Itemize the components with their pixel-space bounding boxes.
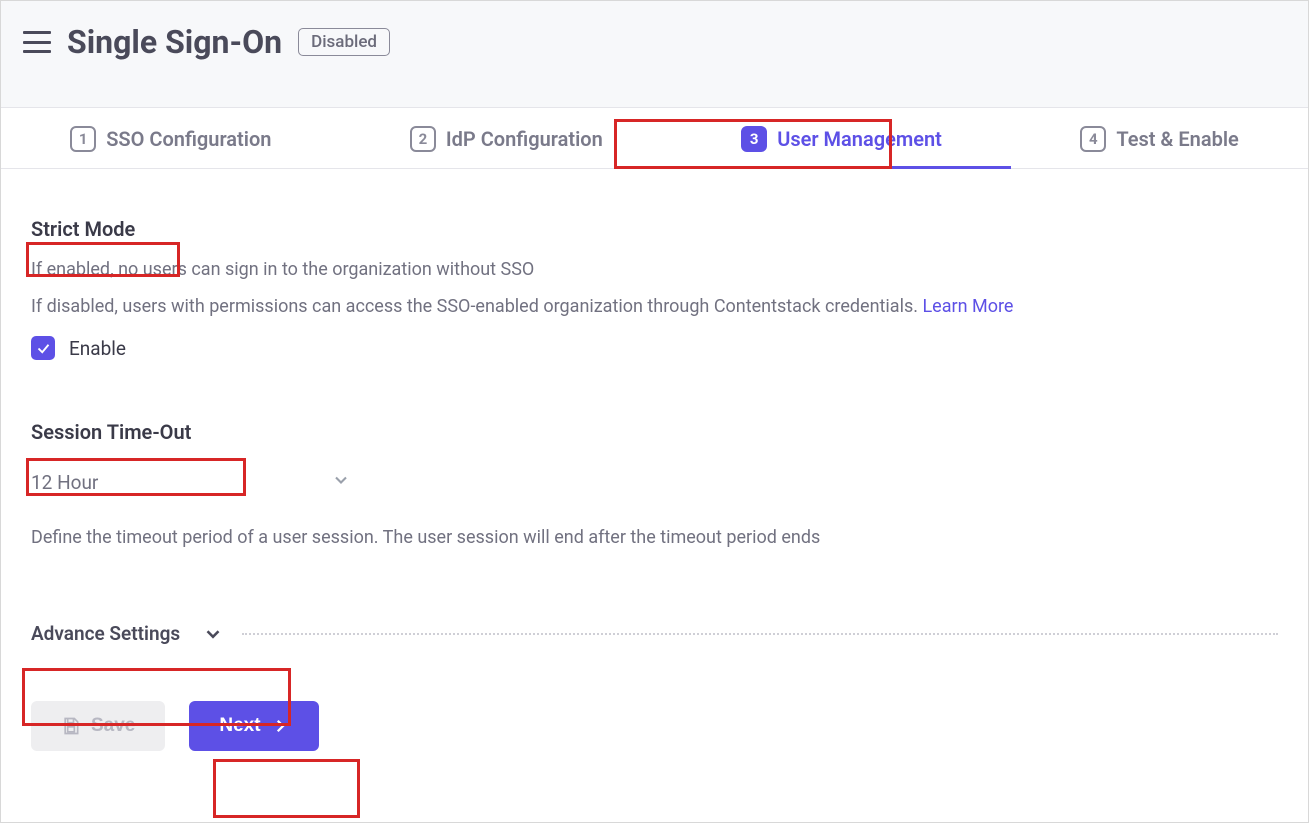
tab-sso-configuration[interactable]: 1 SSO Configuration [1,108,341,168]
next-label: Next [219,715,260,737]
advance-label: Advance Settings [31,622,180,645]
chevron-down-icon [202,623,224,645]
header: Single Sign-On Disabled [1,1,1308,107]
page-title: Single Sign-On [67,23,282,61]
advance-settings-toggle[interactable]: Advance Settings [31,622,236,645]
enable-row: Enable [31,336,1278,360]
tab-idp-configuration[interactable]: 2 IdP Configuration [341,108,672,168]
learn-more-link[interactable]: Learn More [922,296,1013,317]
advance-row: Advance Settings [31,622,1278,645]
enable-label: Enable [69,337,126,360]
status-badge: Disabled [298,28,390,56]
menu-icon[interactable] [23,31,51,53]
tab-label: IdP Configuration [446,127,603,151]
section-title-session: Session Time-Out [31,420,1278,444]
tab-number: 2 [410,126,436,152]
save-label: Save [91,715,135,737]
strict-desc-2: If disabled, users with permissions can … [31,292,1278,323]
tab-test-enable[interactable]: 4 Test & Enable [1011,108,1308,168]
tabs: 1 SSO Configuration 2 IdP Configuration … [1,107,1308,169]
tab-label: SSO Configuration [106,127,271,151]
strict-desc-1: If enabled, no users can sign in to the … [31,255,1278,286]
actions: Save Next [31,701,1278,751]
strict-desc-2-text: If disabled, users with permissions can … [31,296,922,317]
tab-label: Test & Enable [1116,127,1238,151]
tab-user-management[interactable]: 3 User Management [672,108,1011,168]
save-icon [61,716,81,736]
tab-number: 1 [70,126,96,152]
divider-dotted [242,633,1278,635]
save-button: Save [31,701,165,751]
session-select[interactable]: 12 Hour [31,466,351,499]
chevron-down-icon [331,470,351,495]
next-button[interactable]: Next [189,701,318,751]
content: Strict Mode If enabled, no users can sig… [1,169,1308,822]
section-title-strict: Strict Mode [31,217,1278,241]
session-timeout-section: Session Time-Out 12 Hour Define the time… [31,420,1278,548]
session-selected: 12 Hour [31,471,98,494]
tab-number: 4 [1080,126,1106,152]
chevron-right-icon [271,717,289,735]
check-icon [36,341,51,356]
tab-number: 3 [741,126,767,152]
strict-mode-section: Strict Mode If enabled, no users can sig… [31,217,1278,360]
enable-checkbox[interactable] [31,336,55,360]
session-helper: Define the timeout period of a user sess… [31,527,1278,548]
tab-label: User Management [777,127,942,151]
